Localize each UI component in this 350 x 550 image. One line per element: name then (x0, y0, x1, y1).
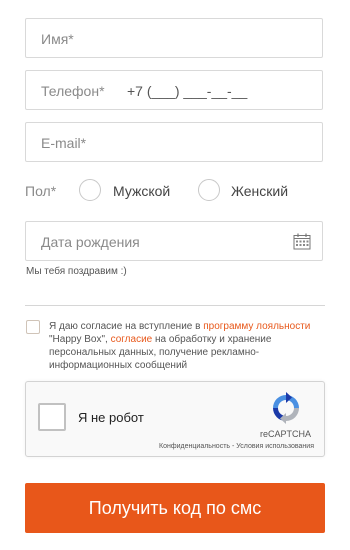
gender-male-radio[interactable] (79, 179, 101, 201)
name-field[interactable]: Имя* (25, 18, 323, 58)
recaptcha-label: Я не робот (78, 410, 144, 425)
recaptcha-widget: Я не робот reCAPTCHA Конфиденциальность … (25, 381, 325, 457)
gender-female-label[interactable]: Женский (231, 183, 288, 199)
loyalty-program-link[interactable]: программу лояльности (203, 321, 310, 332)
phone-field[interactable]: Телефон* +7 (___) ___-__-__ (25, 70, 323, 110)
recaptcha-checkbox[interactable] (38, 403, 66, 431)
consent-checkbox[interactable] (26, 320, 40, 334)
email-field[interactable]: E-mail* (25, 122, 323, 162)
recaptcha-terms-link[interactable]: Условия использования (236, 443, 314, 450)
recaptcha-links: Конфиденциальность - Условия использован… (159, 443, 314, 450)
phone-mask: +7 (___) ___-__-__ (127, 83, 248, 99)
name-placeholder: Имя* (41, 31, 74, 47)
birthdate-placeholder: Дата рождения (41, 234, 140, 250)
consent-text-start: Я даю согласие на вступление в (49, 321, 204, 332)
birthdate-field[interactable]: Дата рождения (25, 221, 323, 261)
calendar-icon[interactable] (293, 233, 311, 250)
consent-text: Я даю согласие на вступление в программу… (49, 320, 325, 372)
phone-placeholder: Телефон* (41, 83, 105, 99)
gender-selector: Пол* Мужской Женский (25, 176, 335, 206)
email-placeholder: E-mail* (41, 135, 87, 151)
recaptcha-logo-icon (273, 392, 299, 424)
recaptcha-privacy-link[interactable]: Конфиденциальность (159, 443, 230, 450)
consent-link[interactable]: согласие (111, 334, 153, 345)
birthdate-hint: Мы тебя поздравим :) (26, 266, 127, 277)
divider (25, 305, 325, 306)
consent-text-middle: "Happy Box", (49, 334, 111, 345)
gender-male-label[interactable]: Мужской (113, 183, 170, 199)
gender-female-radio[interactable] (198, 179, 220, 201)
get-sms-code-button[interactable]: Получить код по смс (25, 483, 325, 533)
recaptcha-brand: reCAPTCHA (260, 429, 312, 439)
gender-label: Пол* (25, 183, 57, 199)
